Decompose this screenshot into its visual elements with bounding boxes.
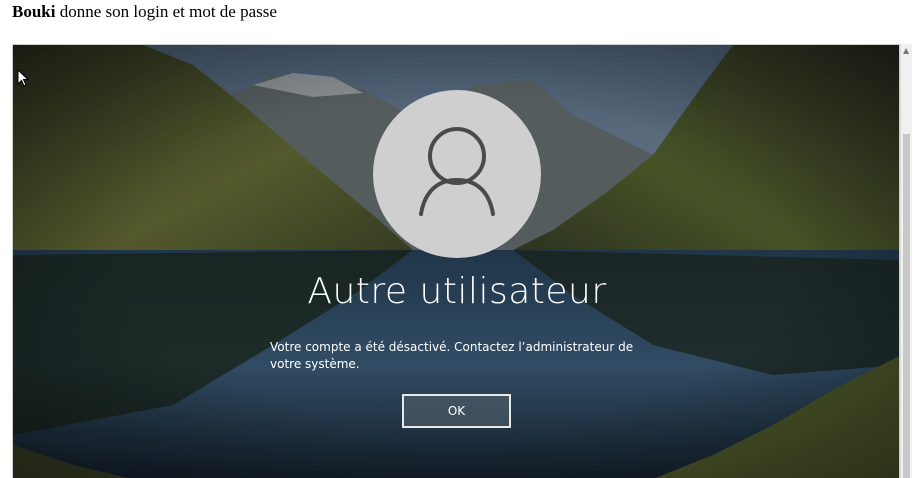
scrollbar[interactable]: ▲: [900, 44, 912, 478]
lockscreen-frame: Autre utilisateur Votre compte a été dés…: [12, 44, 900, 478]
avatar: [373, 90, 541, 258]
caption: Bouki donne son login et mot de passe: [12, 2, 277, 22]
scroll-up-icon[interactable]: ▲: [903, 46, 909, 55]
caption-bold: Bouki: [12, 2, 56, 21]
lockscreen: Autre utilisateur Votre compte a été dés…: [13, 45, 899, 478]
username: Autre utilisateur: [307, 271, 607, 312]
ok-button[interactable]: OK: [402, 394, 511, 428]
caption-text: donne son login et mot de passe: [55, 2, 277, 21]
user-icon: [419, 127, 495, 216]
error-message: Votre compte a été désactivé. Contactez …: [270, 340, 634, 371]
scrollbar-thumb[interactable]: [903, 134, 910, 478]
mouse-cursor-icon: [17, 69, 29, 87]
